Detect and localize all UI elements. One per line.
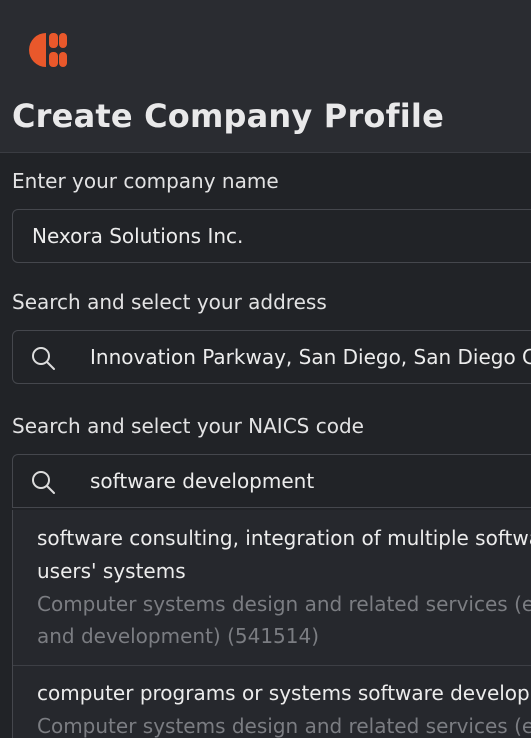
option-divider [13,665,531,666]
naics-suggestions-dropdown: software consulting, integration of mult… [12,510,531,738]
naics-option-description: Computer systems design and related serv… [37,592,531,616]
page-header: Create Company Profile [0,0,531,153]
naics-option-description: Computer systems design and related serv… [37,714,531,738]
company-name-field[interactable] [12,209,531,263]
brand-logo-icon [29,33,67,67]
naics-option-title: software consulting, integration of mult… [37,526,531,550]
page-title: Create Company Profile [12,97,444,135]
address-search-input[interactable] [13,331,531,383]
address-search-field[interactable] [12,330,531,384]
company-name-label: Enter your company name [12,169,279,193]
naics-search-field[interactable] [12,454,531,508]
naics-option-title: computer programs or systems software de… [37,681,531,705]
naics-search-input[interactable] [13,455,531,507]
naics-option-title: users' systems [37,559,186,583]
naics-option-description: and development) (541514) [37,624,320,648]
create-company-profile-page: Create Company Profile Enter your compan… [0,0,531,738]
naics-option[interactable]: software consulting, integration of mult… [13,522,531,652]
naics-option[interactable]: computer programs or systems software de… [13,677,531,738]
address-label: Search and select your address [12,290,327,314]
naics-label: Search and select your NAICS code [12,414,364,438]
company-name-input[interactable] [13,210,531,262]
